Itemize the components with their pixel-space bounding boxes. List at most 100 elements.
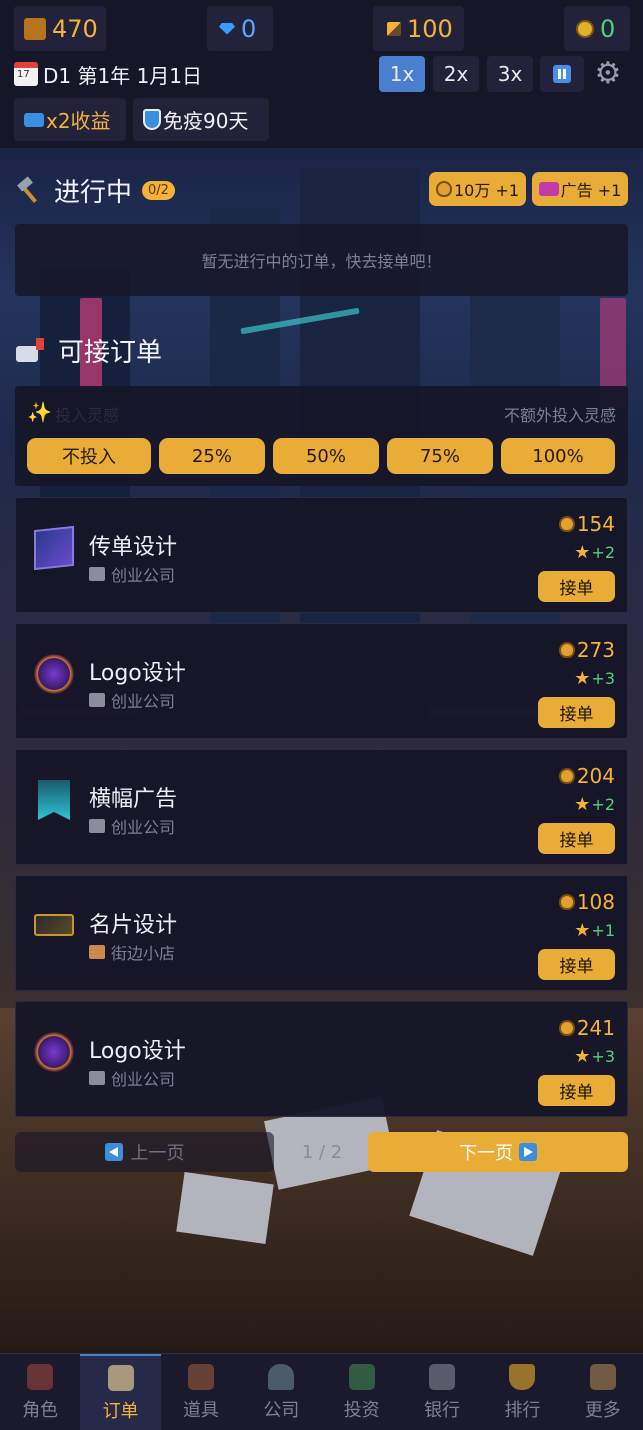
company-icon [268, 1363, 295, 1390]
tv-icon [538, 182, 559, 196]
more-icon [589, 1363, 616, 1390]
money-bag-icon [558, 894, 575, 910]
nav-ranking[interactable]: 排行 [482, 1354, 562, 1430]
order-xp-value: +3 [591, 669, 615, 688]
nav-label: 更多 [584, 1399, 621, 1421]
nav-label: 投资 [343, 1399, 380, 1421]
order-client: 创业公司 [89, 562, 175, 586]
order-client-name: 创业公司 [111, 818, 176, 837]
order-reward: 108 [558, 890, 615, 914]
money-bag-icon [435, 181, 452, 197]
order-xp: ★ +1 [574, 920, 615, 941]
diamond-icon [219, 22, 235, 35]
money-bag-icon [558, 642, 575, 658]
inspiration-value: 100 [407, 14, 453, 43]
nav-company[interactable]: 公司 [241, 1354, 321, 1430]
order-card: 横幅广告 创业公司 204 ★ +2 接单 [15, 749, 628, 865]
nav-invest[interactable]: 投资 [322, 1354, 402, 1430]
order-client: 创业公司 [89, 814, 175, 838]
coin-icon [576, 19, 594, 38]
calendar-icon [14, 62, 38, 86]
empty-orders-text: 暂无进行中的订单，快去接单吧！ [201, 252, 442, 271]
prev-page-button[interactable]: 上一页 [15, 1132, 274, 1172]
ad-slot-button[interactable]: 广告 +1 [532, 172, 628, 206]
immunity-buff-button[interactable]: 免疫90天 [133, 98, 269, 141]
order-xp: ★ +2 [574, 794, 615, 815]
invest-label: 投入灵感 [55, 406, 120, 425]
order-reward-value: 204 [576, 764, 615, 788]
order-xp: ★ +3 [574, 1046, 615, 1067]
gem-counter: 0 [207, 6, 273, 51]
order-xp-value: +1 [591, 921, 615, 940]
invest-50-button[interactable]: 50% [273, 438, 379, 474]
accept-order-button[interactable]: 接单 [538, 949, 615, 980]
nav-bank[interactable]: 银行 [402, 1354, 482, 1430]
nav-items[interactable]: 道具 [161, 1354, 241, 1430]
order-name: Logo设计 [89, 661, 186, 686]
order-reward: 154 [558, 512, 615, 536]
nav-more[interactable]: 更多 [563, 1354, 643, 1430]
coin-value: 0 [600, 14, 616, 43]
ad-money-button[interactable]: 10万 +1 [429, 172, 526, 206]
order-card: 名片设计 街边小店 108 ★ +1 接单 [15, 875, 628, 991]
sparkles-icon: ✨ [27, 400, 52, 424]
nav-character[interactable]: 角色 [0, 1354, 80, 1430]
invest-icon [348, 1363, 375, 1390]
invest-none-button[interactable]: 不投入 [27, 438, 151, 474]
order-reward-value: 241 [576, 1016, 615, 1040]
order-client-name: 创业公司 [111, 1070, 176, 1089]
orders-icon [107, 1364, 134, 1391]
order-xp-value: +2 [591, 795, 615, 814]
order-reward: 273 [558, 638, 615, 662]
accept-order-button[interactable]: 接单 [538, 697, 615, 728]
flyer-icon [34, 525, 74, 571]
order-xp: ★ +2 [574, 542, 615, 563]
next-page-label: 下一页 [459, 1143, 513, 1164]
nav-label: 角色 [22, 1399, 59, 1421]
logo-icon [34, 1032, 74, 1072]
speed-3x-button[interactable]: 3x [487, 56, 533, 92]
order-xp: ★ +3 [574, 668, 615, 689]
order-reward: 204 [558, 764, 615, 788]
brush-icon [387, 21, 401, 36]
shop-icon [89, 945, 105, 959]
character-icon [27, 1363, 54, 1390]
speed-2x-button[interactable]: 2x [433, 56, 479, 92]
accept-order-button[interactable]: 接单 [538, 823, 615, 854]
page-indicator: 1 / 2 [301, 1141, 343, 1163]
order-client-name: 街边小店 [111, 944, 176, 963]
date-text: D1 第1年 1月1日 [43, 63, 203, 88]
accept-order-button[interactable]: 接单 [538, 1075, 615, 1106]
invest-panel: ✨ 投入灵感 不额外投入灵感 不投入 25% 50% 75% 100% [15, 386, 628, 486]
invest-75-button[interactable]: 75% [387, 438, 493, 474]
invest-100-button[interactable]: 100% [501, 438, 615, 474]
settings-button[interactable]: ⚙ [592, 58, 624, 90]
invest-25-button[interactable]: 25% [159, 438, 265, 474]
nav-label: 道具 [182, 1399, 219, 1421]
speed-1x-button[interactable]: 1x [379, 56, 425, 92]
in-progress-title: 进行中 [54, 178, 133, 208]
invest-hint: 不额外投入灵感 [503, 406, 616, 425]
pause-button[interactable] [540, 56, 584, 92]
office-icon [89, 1071, 105, 1085]
next-page-button[interactable]: 下一页 [368, 1132, 628, 1172]
income-buff-button[interactable]: x2收益 [14, 98, 126, 141]
order-reward-value: 108 [576, 890, 615, 914]
coin-counter: 0 [564, 6, 630, 51]
order-name: 传单设计 [89, 535, 178, 560]
in-progress-header: 进行中 0/2 [16, 172, 175, 209]
mailbox-icon [16, 337, 46, 364]
order-client-name: 创业公司 [111, 692, 176, 711]
order-name: Logo设计 [89, 1039, 186, 1064]
income-buff-label: x2收益 [46, 109, 111, 133]
hammer-icon [16, 178, 42, 204]
order-card: Logo设计 创业公司 241 ★ +3 接单 [15, 1001, 628, 1117]
available-header: 可接订单 [16, 332, 162, 369]
banner-icon [38, 780, 70, 820]
accept-order-button[interactable]: 接单 [538, 571, 615, 602]
logo-icon [34, 654, 74, 694]
nav-orders[interactable]: 订单 [80, 1354, 161, 1430]
order-name: 横幅广告 [89, 787, 178, 812]
gem-value: 0 [241, 14, 257, 43]
game-date: D1 第1年 1月1日 [14, 60, 202, 88]
